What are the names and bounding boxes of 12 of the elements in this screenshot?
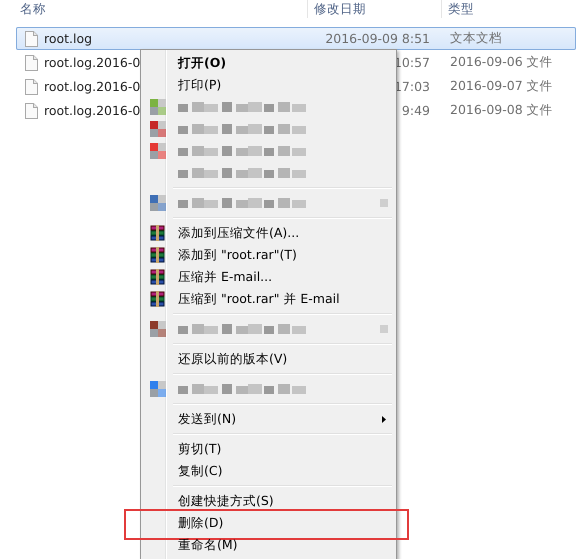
file-name: root.log.2016-0	[44, 103, 140, 118]
file-name: root.log.2016-0	[44, 79, 140, 94]
file-type: 文本文档	[450, 30, 502, 45]
modified-date: 9:49	[402, 103, 430, 118]
file-name: root.log	[44, 31, 92, 46]
file-type: 2016-09-07 文件	[450, 78, 553, 93]
modified-date: 2016-09-09 8:51	[325, 31, 430, 46]
modified-date: 17:03	[394, 79, 430, 94]
modified-date: 10:57	[394, 55, 430, 70]
file-type: 2016-09-08 文件	[450, 102, 553, 117]
file-type: 2016-09-06 文件	[450, 54, 553, 69]
file-name: root.log.2016-0	[44, 55, 140, 70]
